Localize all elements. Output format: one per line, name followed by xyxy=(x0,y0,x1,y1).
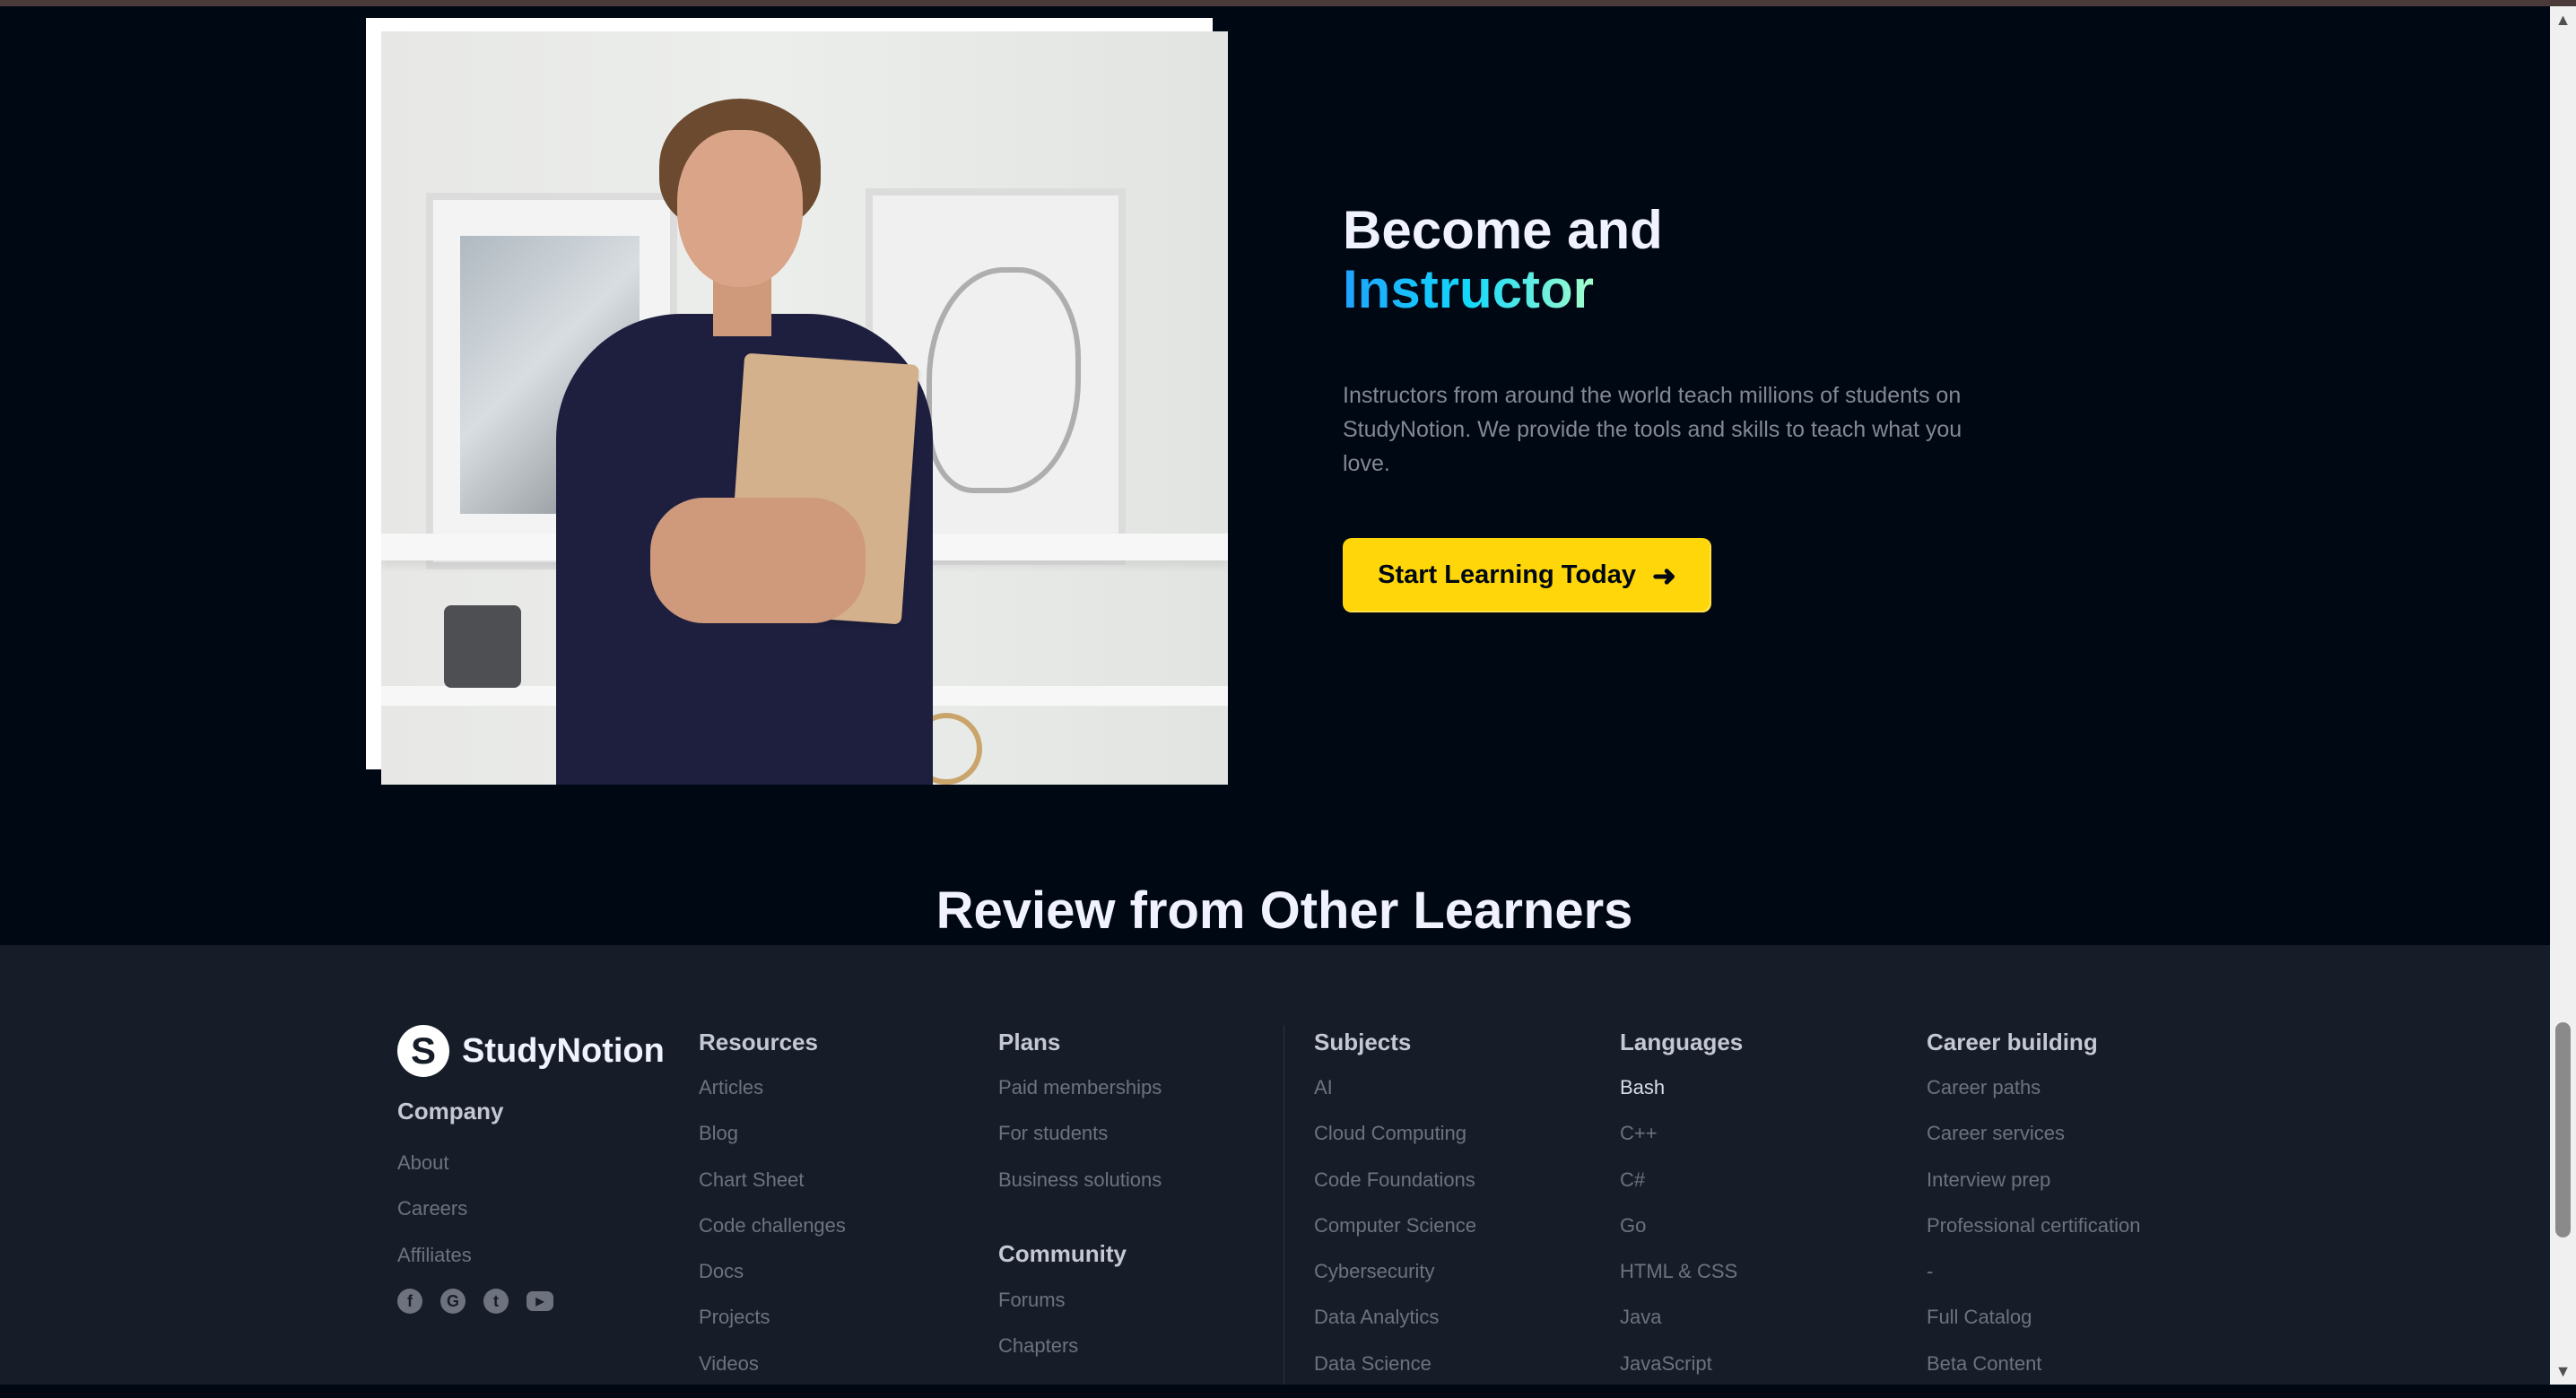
footer-link[interactable]: AI xyxy=(1314,1076,1476,1122)
footer-link-hovered[interactable]: Bash xyxy=(1620,1076,1737,1122)
facebook-icon[interactable]: f xyxy=(397,1289,422,1314)
reviews-title: Review from Other Learners xyxy=(936,881,1633,940)
footer-link[interactable]: Videos xyxy=(699,1352,846,1398)
footer-link[interactable]: HTML & CSS xyxy=(1620,1260,1737,1306)
footer-link[interactable]: Career services xyxy=(1927,1122,2140,1168)
footer-link[interactable]: C# xyxy=(1620,1168,1737,1214)
instructor-description: Instructors from around the world teach … xyxy=(1343,383,1962,476)
footer-link[interactable]: Professional certification xyxy=(1927,1214,2140,1260)
scroll-up-icon[interactable]: ▲ xyxy=(2550,6,2576,33)
footer-career-title: Career building xyxy=(1927,1029,2098,1055)
footer-resources-links: Articles Blog Chart Sheet Code challenge… xyxy=(699,1076,846,1398)
google-icon[interactable]: G xyxy=(440,1289,466,1314)
footer xyxy=(0,945,2550,1385)
footer-plans-title: Plans xyxy=(998,1029,1061,1055)
footer-link[interactable]: Forums xyxy=(998,1289,1078,1334)
footer-company-links: About Careers Affiliates xyxy=(397,1151,472,1289)
footer-languages-links: Bash C++ C# Go HTML & CSS Java JavaScrip… xyxy=(1620,1076,1737,1398)
cta-label: Start Learning Today xyxy=(1378,560,1637,589)
studynotion-logo-icon: S xyxy=(397,1025,449,1077)
footer-link[interactable]: Blog xyxy=(699,1122,846,1168)
twitter-icon[interactable]: t xyxy=(483,1289,509,1314)
footer-community-title: Community xyxy=(998,1240,1127,1267)
vase xyxy=(444,605,521,688)
footer-plans-links: Paid memberships For students Business s… xyxy=(998,1076,1162,1214)
footer-subjects-title: Subjects xyxy=(1314,1029,1412,1055)
footer-community-links: Forums Chapters xyxy=(998,1289,1078,1381)
instructor-photo xyxy=(381,31,1228,785)
footer-link[interactable]: Code Foundations xyxy=(1314,1168,1476,1214)
footer-link[interactable]: Docs xyxy=(699,1260,846,1306)
scrollbar-thumb[interactable] xyxy=(2555,1022,2571,1237)
footer-brand[interactable]: S StudyNotion xyxy=(397,1025,665,1077)
footer-company-title: Company xyxy=(397,1098,504,1124)
footer-link-about[interactable]: About xyxy=(397,1151,472,1197)
footer-link[interactable]: Paid memberships xyxy=(998,1076,1162,1122)
heading-line1: Become and xyxy=(1343,200,1663,260)
footer-link[interactable]: Full Catalog xyxy=(1927,1306,2140,1351)
footer-resources-title: Resources xyxy=(699,1029,818,1055)
instructor-heading: Become and Instructor xyxy=(1343,201,1663,319)
footer-link-affiliates[interactable]: Affiliates xyxy=(397,1244,472,1289)
social-links: f G t ▶ xyxy=(397,1289,553,1314)
footer-separator: - xyxy=(1927,1260,1934,1283)
footer-link[interactable]: Beta Content xyxy=(1927,1352,2140,1398)
footer-link[interactable]: Cloud Computing xyxy=(1314,1122,1476,1168)
footer-link[interactable]: Business solutions xyxy=(998,1168,1162,1214)
page-scrollbar[interactable]: ▲ ▼ xyxy=(2550,6,2576,1385)
footer-link[interactable]: Interview prep xyxy=(1927,1168,2140,1214)
footer-link[interactable]: Career paths xyxy=(1927,1076,2140,1122)
footer-languages-title: Languages xyxy=(1620,1029,1744,1055)
youtube-icon[interactable]: ▶ xyxy=(527,1291,553,1311)
arrow-right-icon: ➜ xyxy=(1652,559,1676,592)
footer-link[interactable]: Chart Sheet xyxy=(699,1168,846,1214)
footer-link[interactable]: Data Analytics xyxy=(1314,1306,1476,1351)
scroll-down-icon[interactable]: ▼ xyxy=(2550,1358,2576,1385)
footer-link[interactable]: For students xyxy=(998,1122,1162,1168)
footer-link[interactable]: Projects xyxy=(699,1306,846,1351)
footer-subjects-links: AI Cloud Computing Code Foundations Comp… xyxy=(1314,1076,1476,1398)
footer-link[interactable]: Chapters xyxy=(998,1334,1078,1380)
footer-link[interactable]: Cybersecurity xyxy=(1314,1260,1476,1306)
footer-link[interactable]: Computer Science xyxy=(1314,1214,1476,1260)
heading-highlight: Instructor xyxy=(1343,259,1595,319)
footer-link[interactable]: Go xyxy=(1620,1214,1737,1260)
person-face xyxy=(677,130,803,287)
footer-link[interactable]: JavaScript xyxy=(1620,1352,1737,1398)
footer-career-links: Career paths Career services Interview p… xyxy=(1927,1076,2140,1398)
footer-link[interactable]: Articles xyxy=(699,1076,846,1122)
browser-top-strip xyxy=(0,0,2576,6)
brand-name: StudyNotion xyxy=(462,1031,665,1070)
start-learning-button[interactable]: Start Learning Today ➜ xyxy=(1343,538,1711,612)
person-arms xyxy=(650,498,866,623)
footer-link[interactable]: Code challenges xyxy=(699,1214,846,1260)
footer-link[interactable]: C++ xyxy=(1620,1122,1737,1168)
footer-link[interactable]: Java xyxy=(1620,1306,1737,1351)
footer-link[interactable]: Data Science xyxy=(1314,1352,1476,1398)
footer-link-careers[interactable]: Careers xyxy=(397,1197,472,1243)
